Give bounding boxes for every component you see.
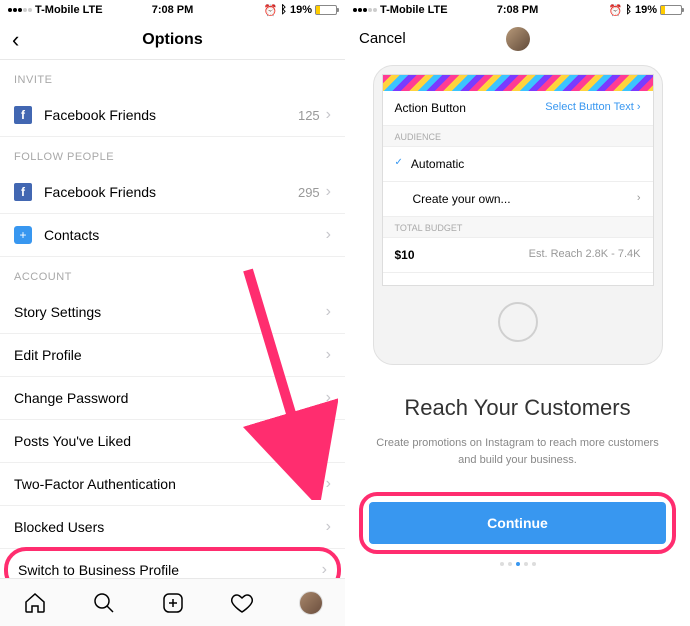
action-value: Select Button Text ›: [545, 101, 640, 115]
row-follow-contacts[interactable]: + Contacts ›: [0, 214, 345, 257]
home-tab-icon[interactable]: [23, 591, 47, 615]
battery-icon: [660, 5, 682, 15]
contacts-icon: +: [14, 226, 32, 244]
network-label: LTE: [83, 4, 103, 16]
screen-options: T-Mobile LTE 7:08 PM ⏰ ᛒ 19% ‹ Options I…: [0, 0, 345, 626]
navbar: ‹ Options: [0, 20, 345, 60]
carrier-label: T-Mobile: [35, 4, 80, 16]
page-title: Options: [142, 31, 202, 49]
headline: Reach Your Customers: [345, 395, 690, 421]
bluetooth-icon: ᛒ: [280, 4, 287, 16]
search-tab-icon[interactable]: [92, 591, 116, 615]
screen-reach-customers: T-Mobile LTE 7:08 PM ⏰ ᛒ 19% Cancel Acti…: [345, 0, 690, 626]
mock-budget-header: TOTAL BUDGET: [383, 217, 653, 238]
page-indicator: [345, 562, 690, 566]
row-label: Contacts: [44, 227, 326, 243]
row-invite-facebook[interactable]: f Facebook Friends 125 ›: [0, 94, 345, 137]
section-invite: INVITE: [0, 60, 345, 94]
mock-create-row: Create your own... ›: [383, 182, 653, 217]
battery-pct: 19%: [290, 4, 312, 16]
mock-banner: [383, 75, 653, 91]
mock-budget-row: $10 Est. Reach 2.8K - 7.4K: [383, 238, 653, 273]
create-label: Create your own...: [413, 192, 511, 206]
profile-tab-avatar[interactable]: [299, 591, 323, 615]
check-icon: ✓: [395, 157, 403, 171]
facebook-icon: f: [14, 183, 32, 201]
chevron-right-icon: ›: [326, 106, 331, 124]
reach-estimate: Est. Reach 2.8K - 7.4K: [529, 248, 641, 262]
annotation-arrow: [228, 260, 338, 500]
tab-bar: [0, 578, 345, 626]
nav-avatar: [506, 27, 530, 51]
battery-icon: [315, 5, 337, 15]
network-label: LTE: [428, 4, 448, 16]
budget-value: $10: [395, 248, 415, 262]
annotation-highlight: Continue: [359, 492, 676, 554]
continue-button[interactable]: Continue: [369, 502, 666, 544]
chevron-right-icon: ›: [322, 561, 327, 578]
add-tab-icon[interactable]: [161, 591, 185, 615]
phone-mockup: Action Button Select Button Text › AUDIE…: [373, 65, 663, 365]
facebook-icon: f: [14, 106, 32, 124]
time-label: 7:08 PM: [497, 4, 539, 16]
mock-auto-row: ✓ Automatic: [383, 147, 653, 182]
chevron-right-icon: ›: [326, 226, 331, 244]
battery-pct: 19%: [635, 4, 657, 16]
signal-icon: [8, 8, 32, 12]
row-value: 295: [298, 185, 320, 200]
home-button-icon: [498, 302, 538, 342]
auto-label: Automatic: [411, 157, 464, 171]
mock-action-row: Action Button Select Button Text ›: [383, 91, 653, 126]
row-label: Facebook Friends: [44, 184, 298, 200]
chevron-right-icon: ›: [326, 183, 331, 201]
time-label: 7:08 PM: [152, 4, 194, 16]
row-follow-facebook[interactable]: f Facebook Friends 295 ›: [0, 171, 345, 214]
section-follow: FOLLOW PEOPLE: [0, 137, 345, 171]
row-label: Facebook Friends: [44, 107, 298, 123]
status-bar: T-Mobile LTE 7:08 PM ⏰ ᛒ 19%: [0, 0, 345, 20]
activity-tab-icon[interactable]: [230, 591, 254, 615]
subtext: Create promotions on Instagram to reach …: [375, 435, 660, 468]
back-button[interactable]: ‹: [0, 27, 31, 53]
action-label: Action Button: [395, 101, 466, 115]
row-label: Blocked Users: [14, 519, 326, 535]
bluetooth-icon: ᛒ: [625, 4, 632, 16]
alarm-icon: ⏰: [264, 4, 278, 17]
row-switch-business[interactable]: Switch to Business Profile›: [4, 547, 341, 578]
mock-audience-header: AUDIENCE: [383, 126, 653, 147]
signal-icon: [353, 8, 377, 12]
chevron-right-icon: ›: [326, 518, 331, 536]
row-blocked-users[interactable]: Blocked Users›: [0, 506, 345, 549]
chevron-right-icon: ›: [637, 192, 641, 206]
row-value: 125: [298, 108, 320, 123]
carrier-label: T-Mobile: [380, 4, 425, 16]
status-bar: T-Mobile LTE 7:08 PM ⏰ ᛒ 19%: [345, 0, 690, 20]
alarm-icon: ⏰: [609, 4, 623, 17]
row-label: Switch to Business Profile: [18, 562, 322, 578]
